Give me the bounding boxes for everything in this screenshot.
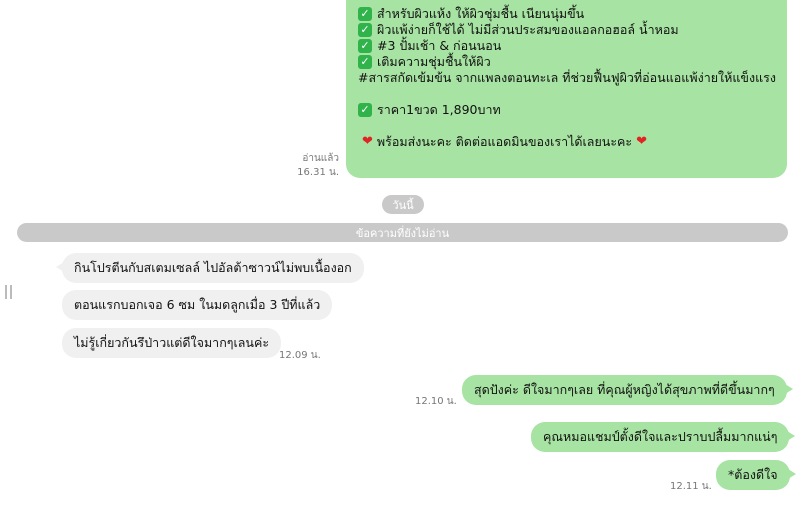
incoming-message[interactable]: ตอนแรกบอกเจอ 6 ซม ในมดลูกเมื่อ 3 ปีที่แล… xyxy=(62,290,333,320)
unread-messages-bar: ข้อความที่ยังไม่อ่าน xyxy=(17,223,788,242)
incoming-message[interactable]: ไม่รู้เกี่ยวกันรึป่าวแต่ดีใจมากๆเลนค่ะ xyxy=(62,328,282,358)
outgoing-message[interactable]: สุดปังค่ะ ดีใจมากๆเลย ที่คุณผู้หญิงได้สุ… xyxy=(462,375,793,405)
message-closing-line: ❤ พร้อมส่งนะคะ ติดต่อแอดมินของเราได้เลยนะ… xyxy=(362,134,648,149)
message-line: ✓ ผิวแพ้ง่ายก็ใช้ได้ ไม่มีส่วนประสมของแอล… xyxy=(358,22,777,38)
date-separator: วันนี้ xyxy=(382,195,424,214)
message-time: 12.11 น. xyxy=(670,481,712,492)
check-box-icon: ✓ xyxy=(358,23,372,37)
resize-handle[interactable] xyxy=(5,285,12,299)
message-line: ✓ สำหรับผิวแห้ง ให้ผิวชุ่มชื้น เนียนนุ่มข… xyxy=(358,6,777,22)
outgoing-message[interactable]: คุณหมอแชมป์ตั้งดีใจและปราบปลื้มมากแน่ๆ xyxy=(531,422,796,452)
check-box-icon: ✓ xyxy=(358,39,372,53)
check-box-icon: ✓ xyxy=(358,7,372,21)
read-receipt: อ่านแล้ว xyxy=(302,153,339,164)
message-time: 16.31 น. xyxy=(297,167,339,178)
heart-icon: ❤ xyxy=(636,134,648,149)
incoming-message[interactable]: กินโปรตีนกับสเตมเซลล์ ไปอัลต้าซาวน์ไม่พบ… xyxy=(56,253,364,283)
avatar[interactable] xyxy=(16,253,56,289)
check-box-icon: ✓ xyxy=(358,103,372,117)
chat-window: ✓ สำหรับผิวแห้ง ให้ผิวชุ่มชื้น เนียนนุ่มข… xyxy=(0,0,800,521)
check-box-icon: ✓ xyxy=(358,55,372,69)
message-line: ✓ เติมความชุ่มชื้นให้ผิว xyxy=(358,54,777,70)
message-time: 12.10 น. xyxy=(415,396,457,407)
message-time: 12.09 น. xyxy=(279,350,321,361)
message-price-line: ✓ ราคา1ขวด 1,890บาท xyxy=(358,102,777,118)
message-line: #สารสกัดเข้มข้น จากแพลงตอนทะเล ที่ช่วยฟื… xyxy=(358,70,776,85)
outgoing-message[interactable]: *ต้องดีใจ xyxy=(716,460,796,490)
outgoing-message-product[interactable]: ✓ สำหรับผิวแห้ง ให้ผิวชุ่มชื้น เนียนนุ่มข… xyxy=(346,0,787,178)
heart-icon: ❤ xyxy=(362,134,373,149)
message-line: ✓ #3 ปั้มเช้า & ก่อนนอน xyxy=(358,38,777,54)
